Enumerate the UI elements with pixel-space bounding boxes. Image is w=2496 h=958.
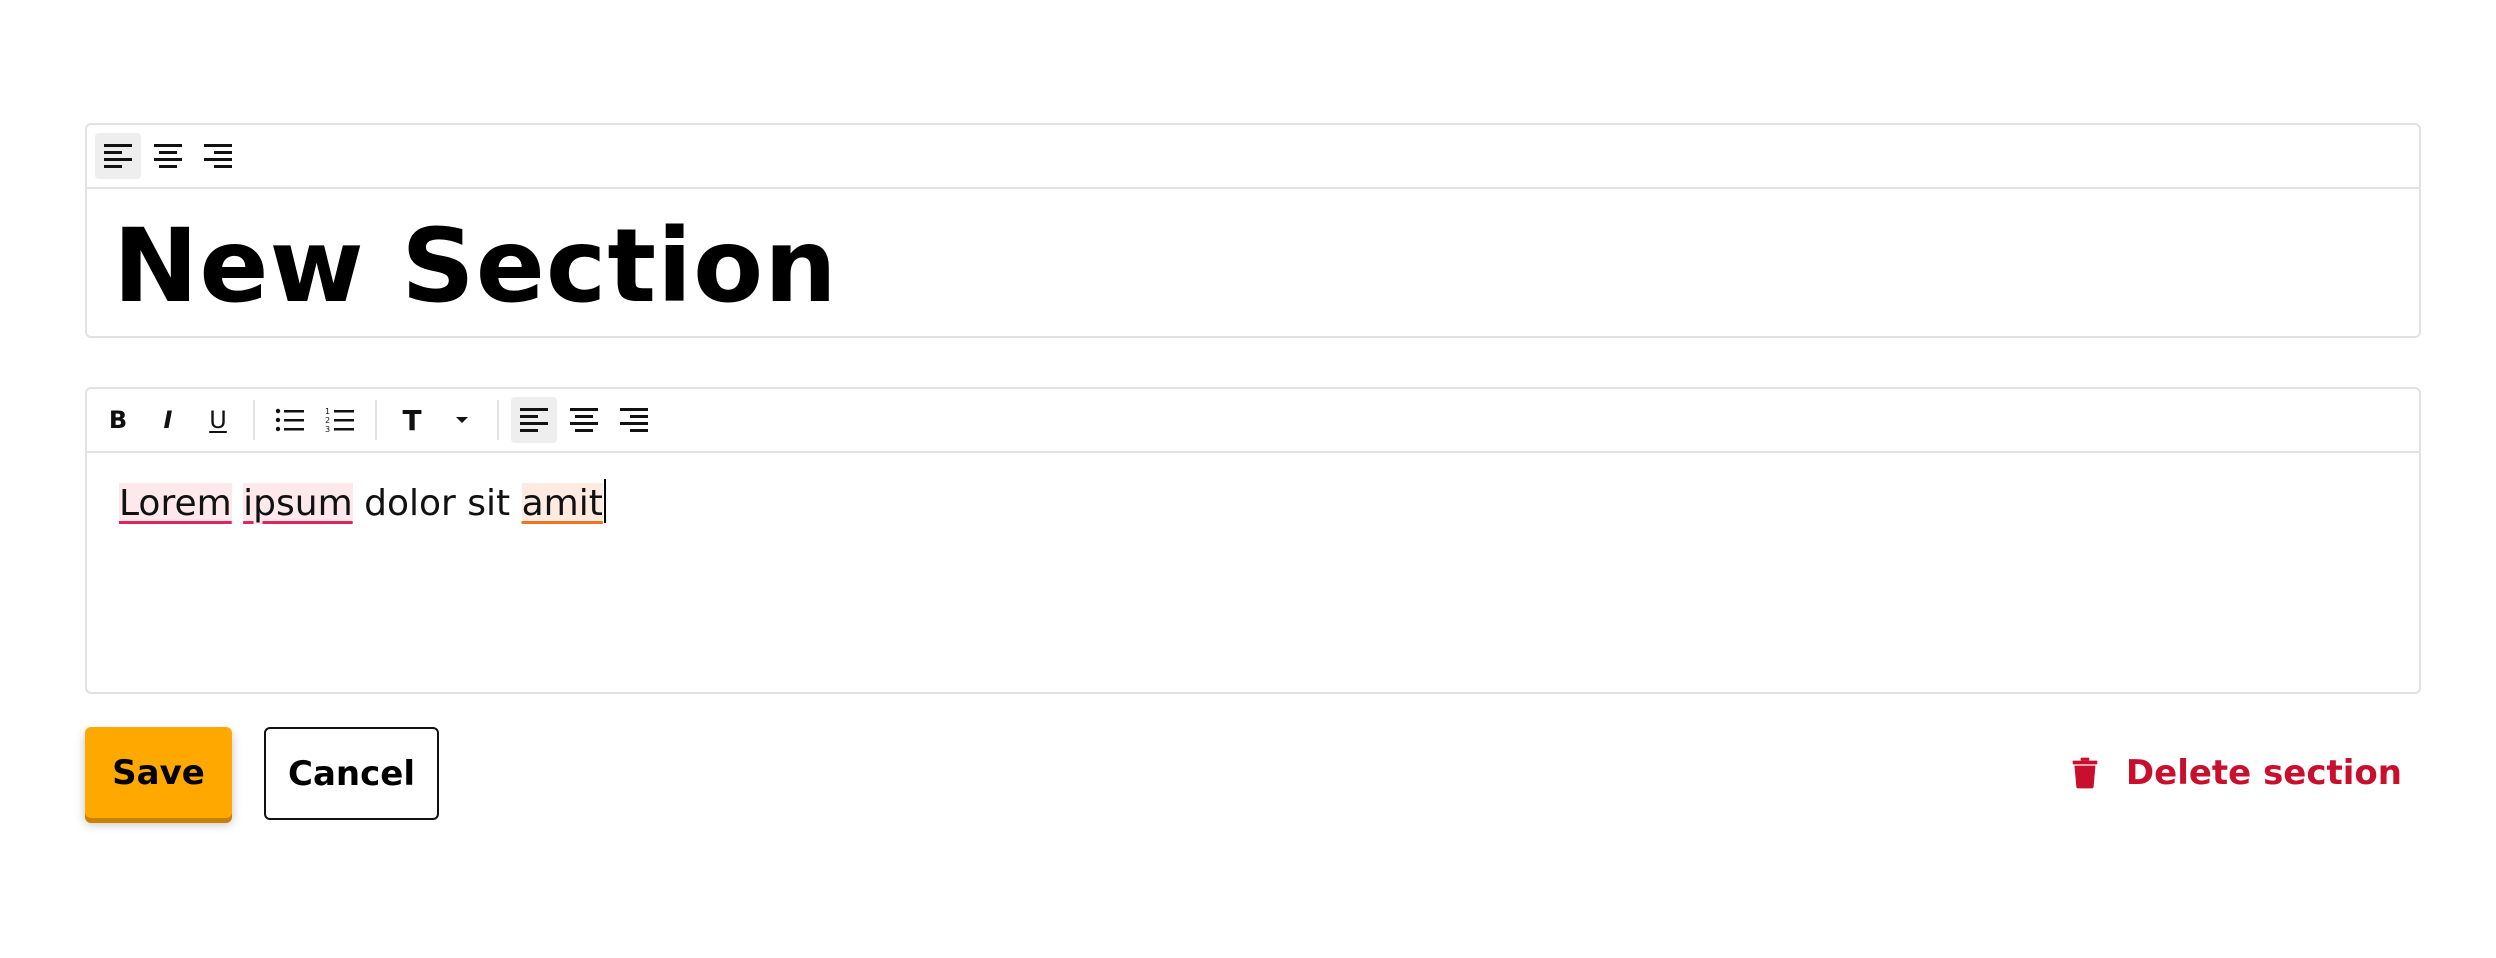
align-left-icon	[520, 408, 548, 432]
align-center-icon	[570, 408, 598, 432]
align-left-button[interactable]	[95, 133, 141, 179]
title-editor: New Section	[85, 123, 2421, 338]
bold-icon: B	[108, 406, 128, 434]
svg-text:1: 1	[325, 407, 330, 416]
bold-button[interactable]: B	[95, 397, 141, 443]
align-right-button[interactable]	[195, 133, 241, 179]
italic-icon: I	[163, 406, 173, 434]
body-text-area[interactable]: Lorem ipsum dolor sit amit	[87, 453, 2419, 551]
toolbar-divider	[253, 400, 255, 440]
body-editor: B I U 1 2 3 T Lorem ipsum dolor sit amit	[85, 387, 2421, 694]
body-text: dolor sit	[364, 483, 511, 524]
section-title-input[interactable]: New Section	[87, 216, 2419, 318]
misspelled-word[interactable]: Lorem	[119, 483, 232, 524]
text-style-button[interactable]: T	[389, 397, 435, 443]
align-left-button[interactable]	[511, 397, 557, 443]
underline-button[interactable]: U	[195, 397, 241, 443]
align-right-icon	[620, 408, 648, 432]
body-toolbar: B I U 1 2 3 T	[87, 389, 2419, 453]
underline-icon: U	[209, 406, 227, 434]
suggested-word[interactable]: amit	[521, 483, 603, 524]
numbered-list-button[interactable]: 1 2 3	[317, 397, 363, 443]
delete-section-button[interactable]: Delete section	[2072, 740, 2402, 806]
svg-text:3: 3	[325, 425, 330, 433]
misspelled-word[interactable]: ipsum	[243, 483, 353, 524]
bullet-list-icon	[275, 408, 304, 432]
italic-button[interactable]: I	[145, 397, 191, 443]
align-right-icon	[204, 144, 232, 168]
title-toolbar	[87, 125, 2419, 189]
toolbar-divider	[497, 400, 499, 440]
text-style-icon: T	[402, 403, 422, 437]
bullet-list-button[interactable]	[267, 397, 313, 443]
svg-text:2: 2	[325, 416, 330, 425]
toolbar-divider	[375, 400, 377, 440]
cancel-button[interactable]: Cancel	[264, 727, 439, 820]
align-right-button[interactable]	[611, 397, 657, 443]
align-center-button[interactable]	[145, 133, 191, 179]
text-caret	[603, 479, 606, 523]
align-left-icon	[104, 144, 132, 168]
numbered-list-icon: 1 2 3	[325, 407, 354, 433]
caret-down-icon	[456, 417, 468, 423]
text-style-dropdown[interactable]	[439, 397, 485, 443]
align-center-button[interactable]	[561, 397, 607, 443]
delete-section-label: Delete section	[2125, 753, 2402, 793]
align-center-icon	[154, 144, 182, 168]
save-button[interactable]: Save	[85, 727, 232, 818]
trash-icon	[2072, 757, 2098, 789]
